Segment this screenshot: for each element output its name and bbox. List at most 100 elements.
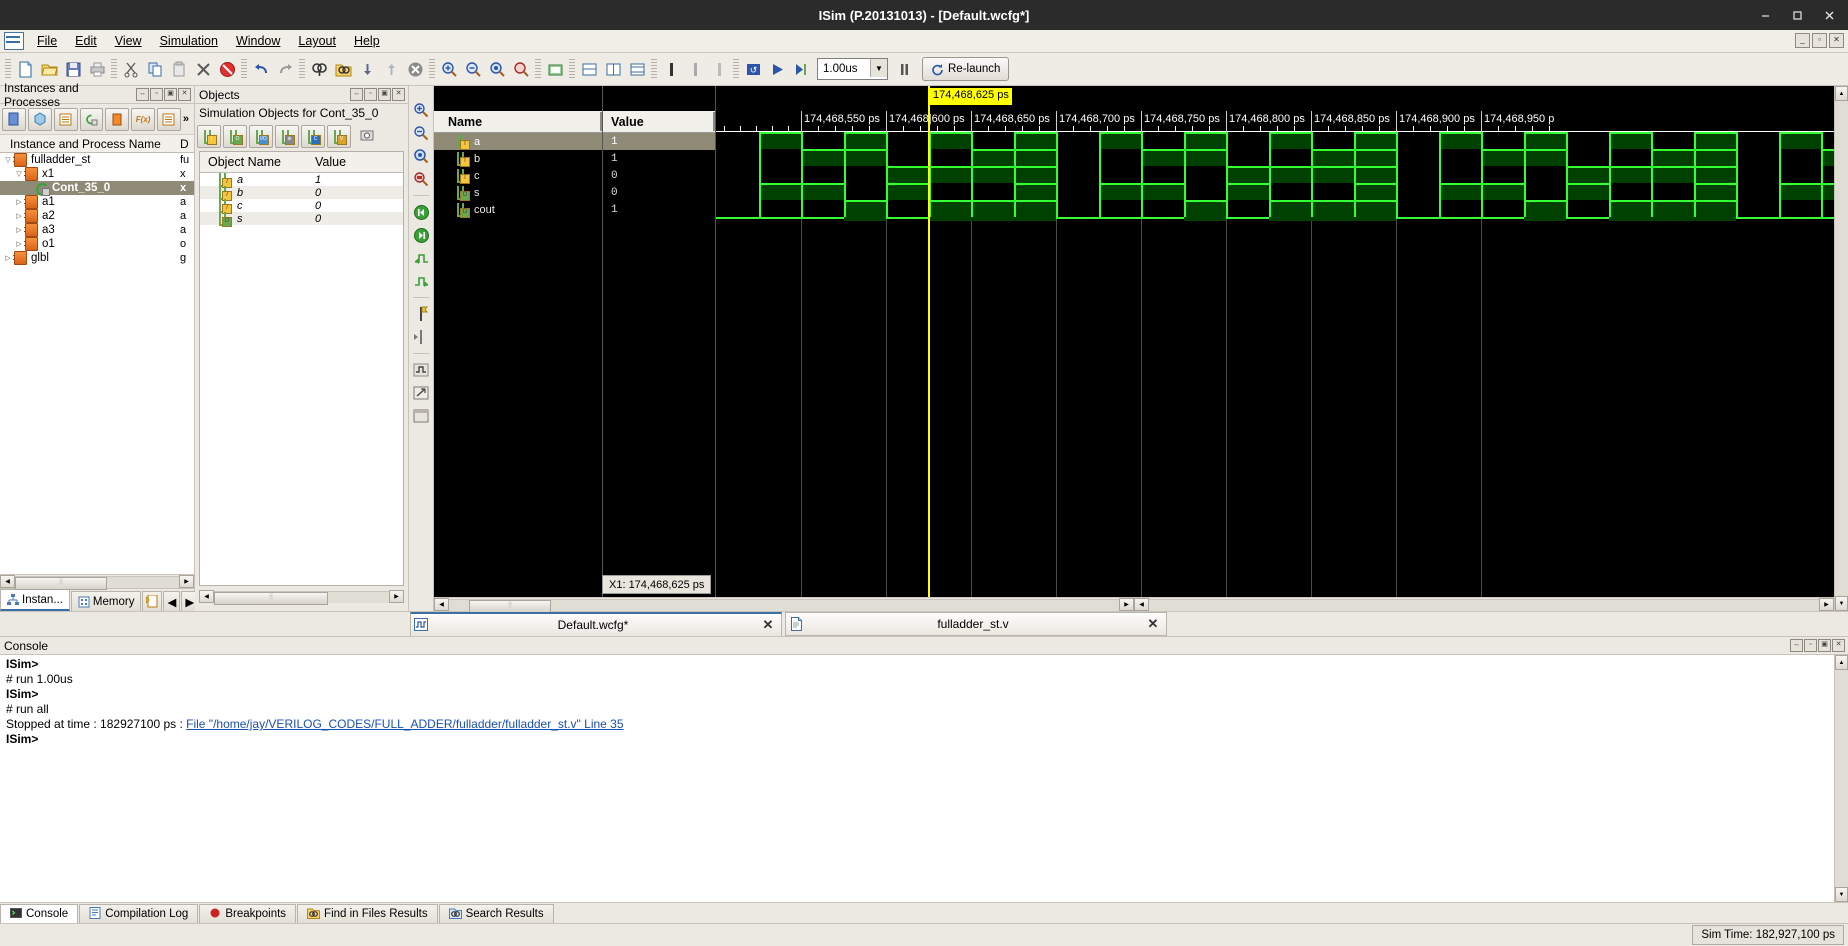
tab-memory[interactable]: Memory [70,591,142,611]
maximize-panel-icon[interactable]: ▫ [1804,639,1817,652]
zoom-in-icon[interactable] [411,100,431,120]
float-panel-icon[interactable]: ▣ [378,88,391,101]
toolbar-grip-4[interactable] [299,59,305,79]
maximize-button[interactable] [1784,4,1810,26]
float-panel-icon[interactable]: ▣ [1818,639,1831,652]
scroll-left-icon-2[interactable]: ◀ [1134,598,1149,611]
chevron-down-icon[interactable]: ▼ [870,59,887,77]
workarea-vscrollbar[interactable]: ▲ ▼ [1834,86,1848,611]
settings-icon[interactable] [359,127,377,145]
find-in-files-icon[interactable] [331,57,355,81]
marker-prev-icon[interactable] [683,57,707,81]
instance-tree-row[interactable]: ▷ a1 a [0,195,194,209]
waveform-signal-name-row[interactable]: Os [434,184,602,201]
zoom-to-cursor-icon[interactable] [509,57,533,81]
cancel-icon[interactable] [215,57,239,81]
menu-layout[interactable]: Layout [289,32,345,50]
object-row[interactable]: Os 0 [200,212,403,227]
console-tab-search-results[interactable]: Search Results [438,904,554,923]
resize-icon[interactable]: ↔ [136,88,149,101]
show-instances-icon[interactable] [2,107,26,131]
close-button[interactable] [1816,4,1842,26]
waveform-canvas[interactable]: 174,468,550 ps 174,468|600 ps 174,468,650 … [716,86,1834,597]
find-icon[interactable] [307,57,331,81]
mdi-minimize-button[interactable]: _ [1795,33,1810,48]
wave-add-icon[interactable] [577,57,601,81]
instances-scroll-thumb[interactable] [15,576,107,590]
resize-icon[interactable]: ↔ [350,88,363,101]
pause-icon[interactable] [892,57,916,81]
restart-icon[interactable]: ↺ [741,57,765,81]
scroll-left-icon[interactable]: ◀ [434,598,449,611]
mdi-close-button[interactable]: ✕ [1829,33,1844,48]
maximize-panel-icon[interactable]: ▫ [150,88,163,101]
console-output[interactable]: ISim> # run 1.00us ISim> # run all Stopped a… [0,655,1834,902]
zoom-fit-icon[interactable] [411,146,431,166]
dock-panel-icon[interactable] [411,406,431,426]
waveform-name-scroll-track[interactable] [449,598,1119,613]
show-processes-icon[interactable] [53,107,78,131]
float-panel-icon[interactable]: ▣ [164,88,177,101]
scroll-up-icon[interactable]: ▲ [1835,86,1848,101]
minimize-button[interactable] [1752,4,1778,26]
menu-file[interactable]: File [28,32,66,50]
console-tab-find-in-files-results[interactable]: Find in Files Results [297,904,438,923]
show-blocks-icon[interactable] [157,107,181,131]
scroll-right-icon-2[interactable]: ▶ [1819,598,1834,611]
file-tab-close-icon[interactable]: ✕ [1140,616,1166,632]
inout-filter-icon[interactable]: I/O [249,124,273,148]
menu-view[interactable]: View [106,32,151,50]
output-filter-icon[interactable]: O [223,124,247,148]
scroll-left-icon[interactable]: ◀ [199,590,214,603]
waveform-signal-names[interactable]: Ia Ib Ic Os Ocout [434,133,602,218]
file-tab-fulladder-st-v[interactable]: fulladder_st.v ✕ [785,612,1167,636]
close-panel-icon[interactable]: ✕ [178,88,191,101]
snap-to-transition-icon[interactable] [411,360,431,380]
console-tab-compilation-log[interactable]: Compilation Log [79,904,199,923]
undo-icon[interactable] [249,57,273,81]
toolbar-grip-6[interactable] [535,59,541,79]
show-modules-icon[interactable] [105,107,130,131]
up-arrow-icon[interactable] [379,57,403,81]
variable-filter-icon[interactable]: V [327,124,351,148]
prev-marker-icon[interactable] [411,327,431,347]
file-tab-default-wcfg[interactable]: Default.wcfg* ✕ [410,611,782,637]
next-transition-icon[interactable] [411,271,431,291]
waveform-cursor-line[interactable] [928,86,930,597]
file-tab-close-icon[interactable]: ✕ [755,617,781,633]
instance-tree-row[interactable]: ▽ fulladder_st fu [0,153,194,167]
instance-tree-row[interactable]: Cont_35_0 x [0,181,194,196]
show-generate-icon[interactable] [79,107,104,131]
scroll-down-icon[interactable]: ▼ [1835,596,1848,611]
instance-tree[interactable]: ▽ fulladder_st fu ▽ x1 x Cont_35_0 x ▷ a1 a ▷ a2 a ▷ a3… [0,153,194,574]
waveform-signal-name-row[interactable]: Ib [434,150,602,167]
instances-hscrollbar[interactable]: ◀ ▶ [0,574,194,590]
internal-filter-icon[interactable]: ⊛ [275,124,299,148]
paste-icon[interactable] [167,57,191,81]
console-file-link[interactable]: File "/home/jay/VERILOG_CODES/FULL_ADDER… [186,717,623,731]
waveform-time-ruler[interactable]: 174,468,550 ps 174,468|600 ps 174,468,650 … [716,111,1834,132]
instance-tree-row[interactable]: ▷ a2 a [0,209,194,223]
instance-tree-row[interactable]: ▷ a3 a [0,223,194,237]
float-panel-icon[interactable] [411,383,431,403]
save-icon[interactable] [61,57,85,81]
maximize-panel-icon[interactable]: ▫ [364,88,377,101]
scroll-right-icon[interactable]: ▶ [1119,598,1134,611]
console-vscrollbar[interactable]: ▲ ▼ [1834,655,1848,902]
prev-transition-icon[interactable] [411,248,431,268]
show-packages-icon[interactable] [27,107,52,131]
menu-edit[interactable]: Edit [66,32,106,50]
run-icon[interactable] [765,57,789,81]
down-arrow-icon[interactable] [355,57,379,81]
waveform-signal-name-row[interactable]: Ic [434,167,602,184]
open-folder-icon[interactable] [37,57,61,81]
input-filter-icon[interactable]: I [197,124,221,148]
snapshot-icon[interactable] [543,57,567,81]
tabs-scroll-left[interactable]: ◀ [163,591,181,611]
add-marker-icon[interactable] [411,304,431,324]
scroll-up-icon[interactable]: ▲ [1835,655,1848,670]
objects-table-body[interactable]: Ia 1 Ib 0 Ic 0 Os 0 [200,173,403,227]
objects-table[interactable]: Object Name Value Ia 1 Ib 0 Ic 0 Os 0 [199,151,404,586]
objects-scroll-track[interactable] [214,590,389,605]
tab-source-files[interactable] [142,591,163,611]
